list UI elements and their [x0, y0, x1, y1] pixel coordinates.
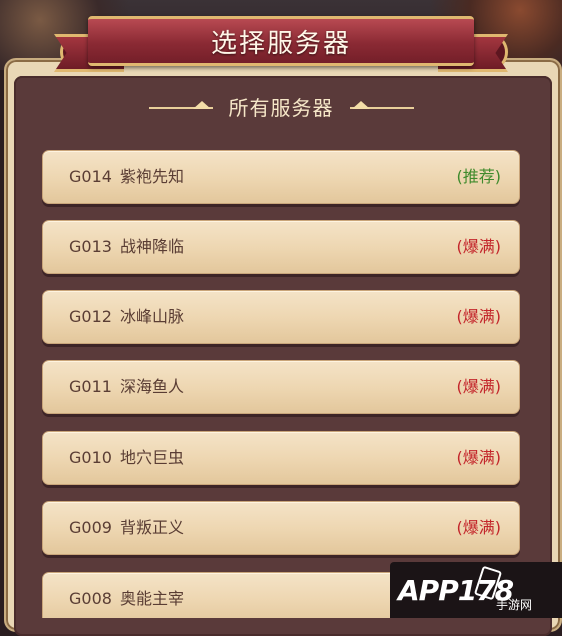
- server-label: G009 背叛正义: [69, 502, 184, 554]
- title-ribbon: 选择服务器: [88, 16, 474, 66]
- ornament-left-icon: [148, 101, 213, 111]
- server-row[interactable]: G012 冰峰山脉 (爆满): [42, 290, 520, 344]
- server-name: 紫袍先知: [119, 167, 184, 186]
- server-code: G009: [69, 518, 112, 537]
- server-name: 背叛正义: [119, 518, 184, 537]
- dialog-title: 选择服务器: [210, 28, 351, 59]
- server-label: G013 战神降临: [69, 221, 184, 273]
- server-label: G014 紫袍先知: [69, 151, 184, 203]
- server-code: G011: [69, 377, 112, 396]
- server-status-badge: (爆满): [456, 448, 502, 467]
- server-list[interactable]: G014 紫袍先知 (推荐) G013 战神降临 (爆满) G012 冰峰山脉 (爆满…: [42, 150, 520, 618]
- server-row[interactable]: G010 地穴巨虫 (爆满): [42, 431, 520, 485]
- server-name: 冰峰山脉: [119, 307, 184, 326]
- server-code: G012: [69, 307, 112, 326]
- server-label: G011 深海鱼人: [69, 361, 184, 413]
- server-status-badge: (爆满): [456, 518, 502, 537]
- server-label: G010 地穴巨虫: [69, 432, 184, 484]
- server-row[interactable]: G013 战神降临 (爆满): [42, 220, 520, 274]
- server-name: 地穴巨虫: [119, 448, 184, 467]
- section-title: 所有服务器: [228, 95, 334, 120]
- server-row[interactable]: G009 背叛正义 (爆满): [42, 501, 520, 555]
- server-code: G014: [69, 167, 112, 186]
- server-code: G010: [69, 448, 112, 467]
- server-label: G008 奥能主宰: [69, 573, 184, 618]
- server-status-badge: (推荐): [456, 167, 502, 186]
- server-status-badge: (爆满): [456, 377, 502, 396]
- section-header: 所有服务器: [0, 88, 562, 124]
- server-code: G008: [69, 589, 112, 608]
- server-status-badge: (爆满): [456, 237, 502, 256]
- server-row[interactable]: G011 深海鱼人 (爆满): [42, 360, 520, 414]
- ornament-right-icon: [349, 101, 414, 111]
- server-code: G013: [69, 237, 112, 256]
- watermark-subtext: 手游网: [496, 598, 533, 612]
- server-label: G012 冰峰山脉: [69, 291, 184, 343]
- server-name: 奥能主宰: [119, 589, 184, 608]
- server-row[interactable]: G014 紫袍先知 (推荐): [42, 150, 520, 204]
- server-status-badge: (爆满): [456, 307, 502, 326]
- server-name: 深海鱼人: [119, 377, 184, 396]
- server-name: 战神降临: [119, 237, 184, 256]
